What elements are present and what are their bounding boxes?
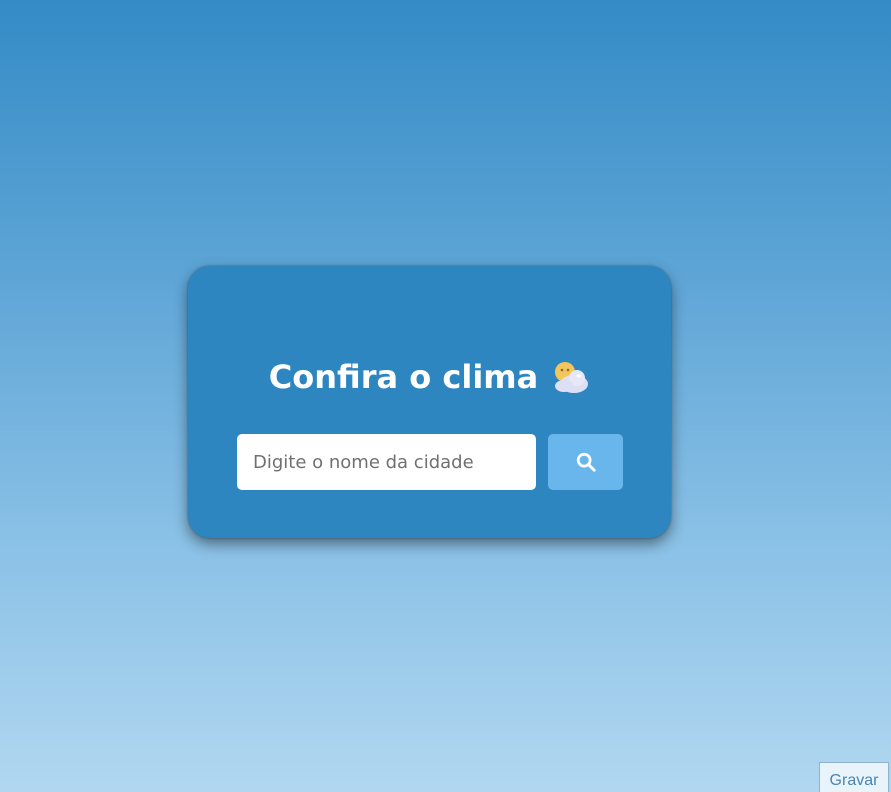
title-row: Confira o clima — [188, 354, 671, 400]
weather-card: Confira o clima — [188, 266, 671, 538]
city-search-input[interactable] — [237, 434, 536, 490]
sun-behind-cloud-icon — [550, 359, 590, 395]
search-button[interactable] — [548, 434, 623, 490]
search-icon — [575, 451, 597, 473]
record-button[interactable]: Gravar — [819, 762, 889, 792]
page-title: Confira o clima — [268, 358, 539, 396]
